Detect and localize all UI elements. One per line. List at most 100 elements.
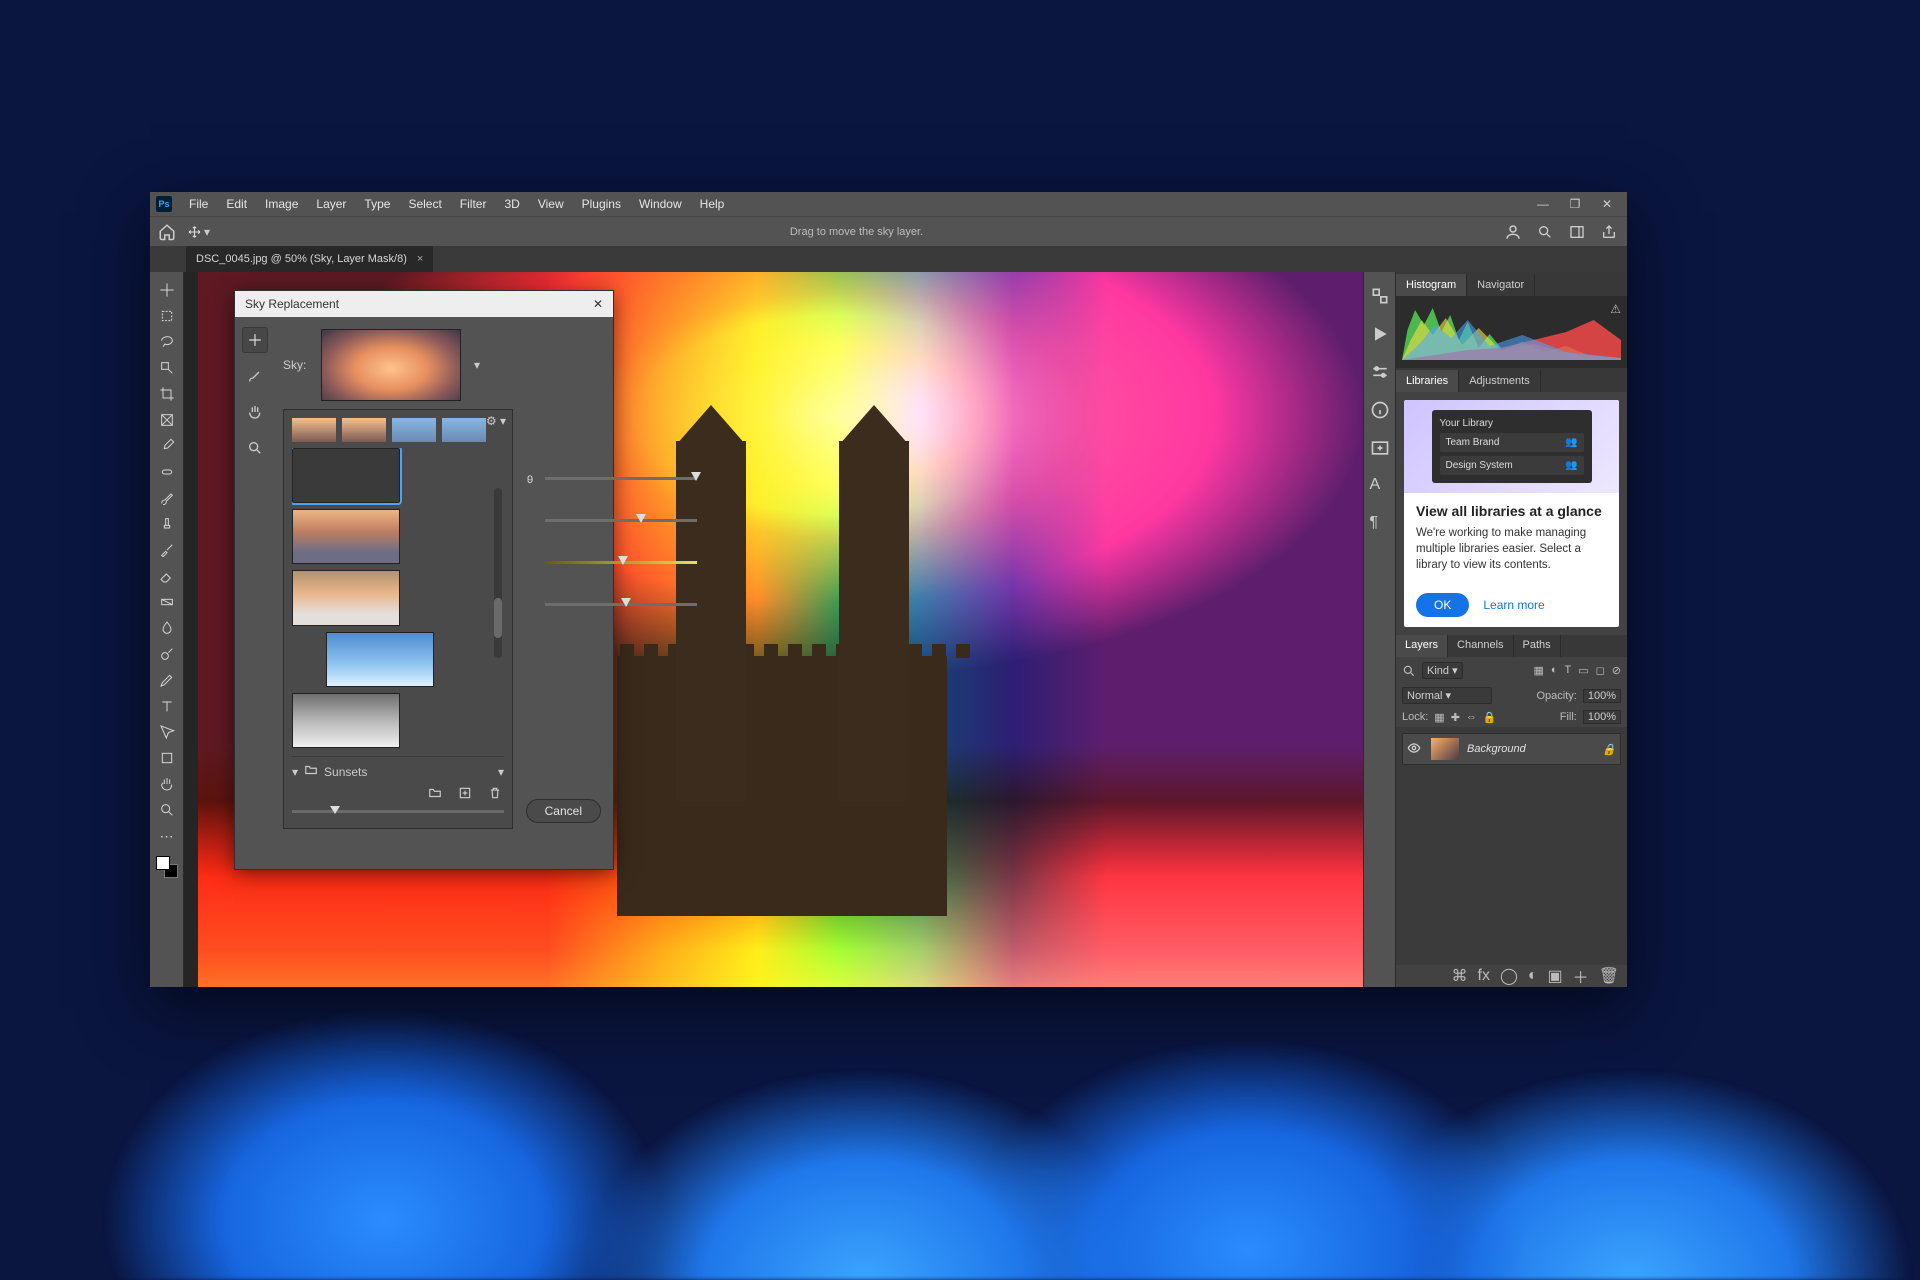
selection-tool-icon[interactable] — [154, 356, 180, 380]
eraser-tool-icon[interactable] — [154, 564, 180, 588]
tab-layers[interactable]: Layers — [1396, 635, 1448, 657]
tab-channels[interactable]: Channels — [1448, 635, 1513, 657]
layer-mask-icon[interactable]: ◯ — [1500, 966, 1518, 986]
crop-tool-icon[interactable] — [154, 382, 180, 406]
tab-adjustments[interactable]: Adjustments — [1459, 370, 1541, 392]
healing-tool-icon[interactable] — [154, 460, 180, 484]
tab-libraries[interactable]: Libraries — [1396, 370, 1459, 392]
brush-tool-icon[interactable] — [154, 486, 180, 510]
canvas-area[interactable]: Sky Replacement ✕ — [184, 272, 1363, 987]
preset-recent-thumb[interactable] — [392, 418, 436, 442]
lock-artboard-icon[interactable]: ⇔ — [1466, 711, 1477, 723]
active-tool-icon[interactable]: ▾ — [188, 224, 210, 240]
preset-group-name[interactable]: Sunsets — [324, 765, 492, 779]
menu-window[interactable]: Window — [632, 197, 689, 211]
menu-file[interactable]: File — [182, 197, 215, 211]
new-preset-icon[interactable] — [458, 786, 474, 802]
history-brush-icon[interactable] — [154, 538, 180, 562]
type-tool-icon[interactable] — [154, 694, 180, 718]
menu-image[interactable]: Image — [258, 197, 305, 211]
menu-select[interactable]: Select — [401, 197, 448, 211]
tab-navigator[interactable]: Navigator — [1467, 274, 1535, 296]
lock-position-icon[interactable]: ✚ — [1451, 711, 1460, 724]
gradient-tool-icon[interactable] — [154, 590, 180, 614]
dialog-titlebar[interactable]: Sky Replacement ✕ — [235, 291, 613, 317]
hand-tool-icon[interactable] — [154, 772, 180, 796]
menu-3d[interactable]: 3D — [497, 197, 526, 211]
artboard-tool-icon[interactable] — [154, 304, 180, 328]
adjustment-layer-icon[interactable]: ◐ — [1528, 967, 1538, 985]
libraries-learn-link[interactable]: Learn more — [1483, 598, 1544, 612]
layer-fx-icon[interactable]: fx — [1478, 967, 1490, 985]
layer-lock-icon[interactable]: 🔒 — [1602, 743, 1616, 756]
preset-recent-thumb[interactable] — [442, 418, 486, 442]
blend-mode-select[interactable]: Normal ▾ — [1402, 687, 1492, 704]
pen-tool-icon[interactable] — [154, 668, 180, 692]
paragraph-panel-icon[interactable]: ¶ — [1370, 514, 1390, 534]
path-tool-icon[interactable] — [154, 720, 180, 744]
layer-row-background[interactable]: Background 🔒 — [1402, 733, 1621, 765]
sky-brush-tool-icon[interactable] — [242, 363, 268, 389]
filter-toggle-icon[interactable]: ⊘ — [1612, 664, 1621, 677]
lock-pixels-icon[interactable]: ▦ — [1434, 711, 1444, 724]
adjust-panel-icon[interactable] — [1370, 362, 1390, 382]
lock-all-icon[interactable]: 🔒 — [1483, 711, 1497, 724]
edit-toolbar-icon[interactable]: ⋯ — [154, 824, 180, 848]
move-tool-icon[interactable] — [154, 278, 180, 302]
sky-hand-tool-icon[interactable] — [242, 399, 268, 425]
import-preset-icon[interactable] — [428, 786, 444, 802]
tab-paths[interactable]: Paths — [1514, 635, 1561, 657]
preset-recent-thumb[interactable] — [292, 418, 336, 442]
cloud-account-icon[interactable] — [1503, 222, 1523, 242]
share-icon[interactable] — [1599, 222, 1619, 242]
filter-smart-icon[interactable]: ◻ — [1596, 664, 1605, 677]
dodge-tool-icon[interactable] — [154, 642, 180, 666]
window-close-icon[interactable]: ✕ — [1599, 197, 1615, 211]
libraries-ok-button[interactable]: OK — [1416, 593, 1469, 617]
sky-preview-thumb[interactable] — [321, 329, 461, 401]
link-layers-icon[interactable]: ⌘ — [1452, 966, 1468, 986]
folder-collapse-icon[interactable]: ▾ — [292, 765, 298, 779]
color-swatches[interactable] — [156, 856, 178, 878]
filter-pixel-icon[interactable]: ▦ — [1533, 664, 1543, 677]
new-layer-icon[interactable]: ＋ — [1573, 964, 1589, 988]
search-icon[interactable] — [1402, 664, 1416, 678]
document-tab[interactable]: DSC_0045.jpg @ 50% (Sky, Layer Mask/8) × — [186, 246, 433, 272]
info-panel-icon[interactable] — [1370, 400, 1390, 420]
window-restore-icon[interactable]: ❐ — [1567, 197, 1583, 211]
zoom-tool-icon[interactable] — [154, 798, 180, 822]
glyphs-panel-icon[interactable]: A — [1370, 476, 1390, 496]
dialog-close-icon[interactable]: ✕ — [593, 297, 603, 311]
preset-recent-thumb[interactable] — [342, 418, 386, 442]
workspace-icon[interactable] — [1567, 222, 1587, 242]
fill-value[interactable]: 100% — [1583, 710, 1621, 724]
close-tab-icon[interactable]: × — [417, 253, 423, 265]
blur-tool-icon[interactable] — [154, 616, 180, 640]
temperature-slider[interactable]: 0 — [545, 603, 697, 617]
lasso-tool-icon[interactable] — [154, 330, 180, 354]
character-panel-icon[interactable] — [1370, 438, 1390, 458]
menu-layer[interactable]: Layer — [309, 197, 353, 211]
visibility-icon[interactable] — [1407, 741, 1423, 758]
delete-layer-icon[interactable]: 🗑 — [1599, 966, 1619, 986]
sky-dropdown-icon[interactable]: ▾ — [471, 329, 483, 401]
preset-thumb[interactable] — [292, 693, 400, 748]
preset-settings-icon[interactable]: ⚙ ▾ — [486, 414, 506, 428]
menu-edit[interactable]: Edit — [219, 197, 254, 211]
sky-move-tool-icon[interactable] — [242, 327, 268, 353]
menu-view[interactable]: View — [531, 197, 571, 211]
brightness-slider[interactable] — [545, 561, 697, 575]
cancel-button[interactable]: Cancel — [526, 799, 601, 823]
opacity-value[interactable]: 100% — [1583, 689, 1621, 703]
eyedropper-tool-icon[interactable] — [154, 434, 180, 458]
preset-thumb-selected[interactable] — [292, 448, 400, 503]
preset-thumb[interactable] — [326, 632, 434, 687]
preset-scrollbar[interactable] — [494, 488, 502, 658]
layer-filter-kind[interactable]: Kind ▾ — [1422, 662, 1463, 679]
frame-tool-icon[interactable] — [154, 408, 180, 432]
shift-edge-slider[interactable] — [545, 477, 697, 491]
group-icon[interactable]: ▣ — [1548, 966, 1563, 986]
menu-filter[interactable]: Filter — [453, 197, 494, 211]
sky-zoom-tool-icon[interactable] — [242, 435, 268, 461]
filter-type-icon[interactable]: T — [1565, 664, 1572, 677]
